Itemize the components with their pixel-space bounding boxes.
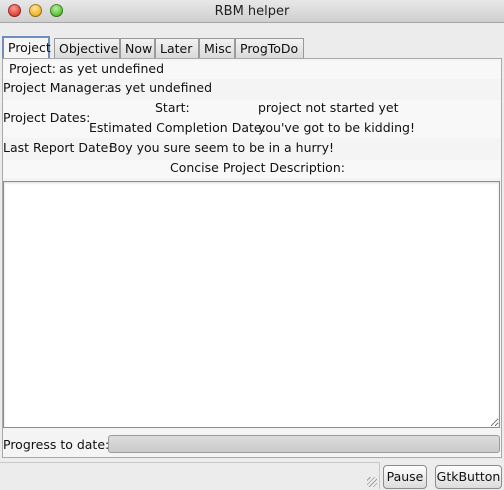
- tab-project[interactable]: Project: [2, 36, 51, 59]
- project-label: Project:: [9, 61, 56, 76]
- window-title: RBM helper: [214, 4, 290, 19]
- gtk-button[interactable]: GtkButton: [435, 465, 502, 489]
- project-dates-label: Project Dates:: [3, 110, 91, 125]
- estimated-completion-value: you've got to be kidding!: [258, 120, 415, 135]
- estimated-completion-label: Estimated Completion Date:: [89, 120, 266, 135]
- start-label: Start:: [155, 100, 190, 115]
- status-bar: [0, 462, 380, 489]
- description-textarea[interactable]: [3, 181, 500, 428]
- last-report-value: Boy you sure seem to be in a hurry!: [109, 140, 334, 155]
- start-value: project not started yet: [258, 100, 399, 115]
- resize-grip-icon[interactable]: [367, 477, 377, 487]
- tab-progtodo[interactable]: ProgToDo: [235, 38, 304, 58]
- project-manager-value: as yet undefined: [107, 80, 212, 95]
- tab-objective[interactable]: Objective: [54, 38, 120, 58]
- title-bar: RBM helper: [0, 0, 504, 23]
- tab-misc[interactable]: Misc: [199, 38, 235, 58]
- description-label: Concise Project Description:: [170, 160, 345, 175]
- last-report-row: Last Report Date: Boy you sure seem to b…: [3, 140, 501, 158]
- pause-button[interactable]: Pause: [383, 465, 427, 489]
- progress-label: Progress to date:: [3, 437, 110, 452]
- progress-bar: [108, 435, 500, 453]
- description-header-row: Concise Project Description:: [3, 160, 501, 178]
- project-value: as yet undefined: [59, 61, 164, 76]
- project-row: Project: as yet undefined: [3, 61, 501, 79]
- tab-now[interactable]: Now: [120, 38, 155, 58]
- tab-later[interactable]: Later: [155, 38, 199, 58]
- project-manager-row: Project Manager: as yet undefined: [3, 80, 501, 98]
- last-report-label: Last Report Date:: [3, 140, 113, 155]
- project-dates-row: Project Dates: Start: project not starte…: [3, 100, 501, 138]
- project-manager-label: Project Manager:: [3, 80, 109, 95]
